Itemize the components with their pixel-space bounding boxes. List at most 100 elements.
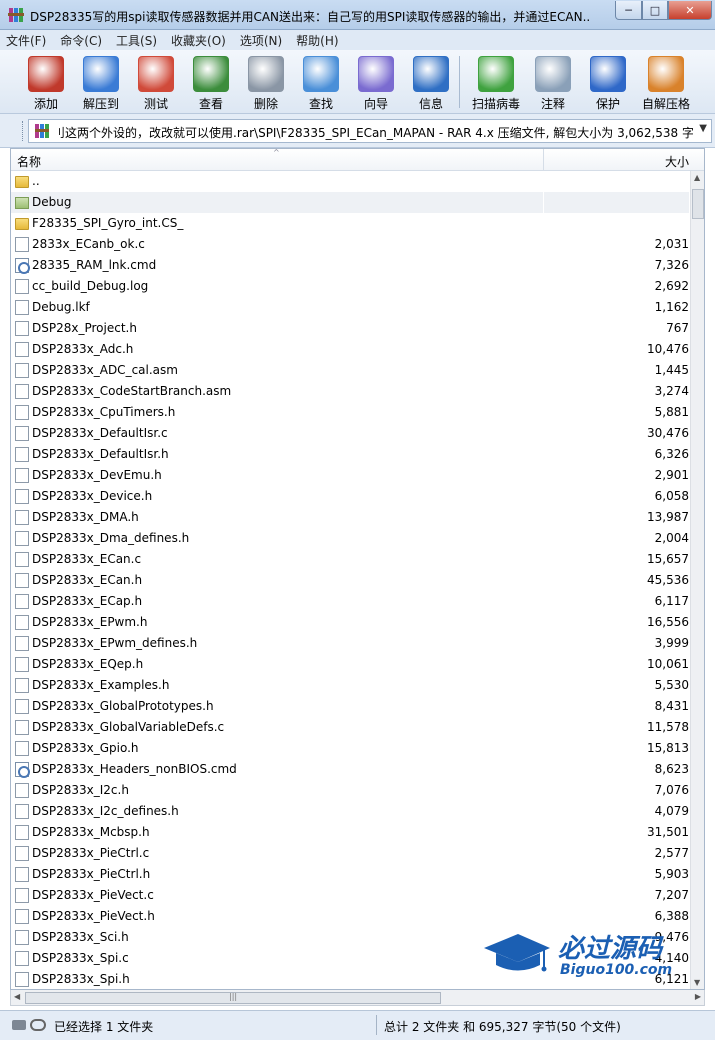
toolbar-button-comment[interactable]: 注释 [525, 54, 581, 112]
scroll-right-arrow-icon[interactable]: ▶ [695, 992, 701, 1001]
table-row[interactable]: DSP2833x_EPwm.h 16,556 [11, 612, 704, 633]
name-cell: DSP2833x_CpuTimers.h [11, 402, 543, 423]
minimize-button[interactable]: ─ [615, 1, 642, 20]
table-row[interactable]: DSP2833x_Device.h 6,058 [11, 486, 704, 507]
table-row[interactable]: DSP2833x_CpuTimers.h 5,881 [11, 402, 704, 423]
file-name: Debug.lkf [32, 300, 90, 314]
menu-tools[interactable]: 工具(S) [116, 32, 157, 49]
name-cell: Debug.lkf [11, 297, 543, 318]
file-size: 5,530 [654, 678, 689, 692]
table-row[interactable]: DSP2833x_DevEmu.h 2,901 [11, 465, 704, 486]
vertical-scroll-thumb[interactable] [692, 189, 704, 219]
toolbar-button-wizard[interactable]: 向导 [348, 54, 404, 112]
column-divider[interactable] [543, 149, 544, 171]
menu-command[interactable]: 命令(C) [60, 32, 102, 49]
table-row[interactable]: DSP2833x_PieVect.h 6,388 [11, 906, 704, 927]
file-name: DSP2833x_Sci.h [32, 930, 129, 944]
comment-icon [535, 56, 571, 92]
table-row[interactable]: DSP2833x_PieVect.c 7,207 [11, 885, 704, 906]
file-name: F28335_SPI_Gyro_int.CS_ [32, 216, 184, 230]
vertical-scrollbar[interactable]: ▲ ▼ [690, 171, 704, 989]
list-header: 名称 ^ 大小 [11, 149, 704, 171]
graduation-cap-icon [484, 934, 550, 972]
file-icon [15, 909, 29, 924]
toolbar-button-virus-scan[interactable]: 扫描病毒 [468, 54, 524, 112]
file-icon [15, 888, 29, 903]
size-cell: 10,476 [544, 339, 689, 360]
scroll-grip-icon: ||| [229, 992, 238, 1001]
file-size: 8,431 [654, 699, 689, 713]
table-row[interactable]: DSP2833x_Examples.h 5,530 [11, 675, 704, 696]
size-cell: 7,076 [544, 780, 689, 801]
file-icon [15, 426, 29, 441]
toolbar-button-extract-to[interactable]: 解压到 [73, 54, 129, 112]
table-row[interactable]: Debug [11, 192, 704, 213]
extract-to-icon [83, 56, 119, 92]
sort-ascending-icon: ^ [273, 148, 280, 157]
toolbar: 添加 解压到 测试 查看 删除 查找 向导 信息 扫描病毒 注释 保护 自解压格 [0, 50, 715, 114]
table-row[interactable]: DSP2833x_Gpio.h 15,813 [11, 738, 704, 759]
table-row[interactable]: DSP2833x_EPwm_defines.h 3,999 [11, 633, 704, 654]
table-row[interactable]: DSP2833x_DefaultIsr.c 30,476 [11, 423, 704, 444]
table-row[interactable]: DSP2833x_ADC_cal.asm 1,445 [11, 360, 704, 381]
table-row[interactable]: DSP2833x_DMA.h 13,987 [11, 507, 704, 528]
toolbar-button-view[interactable]: 查看 [183, 54, 239, 112]
menu-file[interactable]: 文件(F) [6, 32, 46, 49]
maximize-button[interactable]: □ [642, 1, 668, 20]
file-size: 2,031 [654, 237, 689, 251]
table-row[interactable]: DSP2833x_ECap.h 6,117 [11, 591, 704, 612]
table-row[interactable]: Debug.lkf 1,162 [11, 297, 704, 318]
toolbar-button-find[interactable]: 查找 [293, 54, 349, 112]
table-row[interactable]: DSP2833x_ECan.h 45,536 [11, 570, 704, 591]
table-row[interactable]: DSP2833x_I2c.h 7,076 [11, 780, 704, 801]
table-row[interactable]: DSP28x_Project.h 767 [11, 318, 704, 339]
status-selection: 已经选择 1 文件夹 [54, 1020, 154, 1034]
table-row[interactable]: DSP2833x_Mcbsp.h 31,501 [11, 822, 704, 843]
table-row[interactable]: DSP2833x_PieCtrl.h 5,903 [11, 864, 704, 885]
toolbar-button-sfx[interactable]: 自解压格 [638, 54, 694, 112]
table-row[interactable]: DSP2833x_I2c_defines.h 4,079 [11, 801, 704, 822]
table-row[interactable]: DSP2833x_Dma_defines.h 2,004 [11, 528, 704, 549]
table-row[interactable]: cc_build_Debug.log 2,692 [11, 276, 704, 297]
table-row[interactable]: DSP2833x_EQep.h 10,061 [11, 654, 704, 675]
table-row[interactable]: 28335_RAM_lnk.cmd 7,326 [11, 255, 704, 276]
column-header-name[interactable]: 名称 [17, 153, 41, 170]
size-cell: 16,556 [544, 612, 689, 633]
column-header-size[interactable]: 大小 [665, 153, 689, 170]
table-row[interactable]: DSP2833x_DefaultIsr.h 6,326 [11, 444, 704, 465]
table-row[interactable]: DSP2833x_ECan.c 15,657 [11, 549, 704, 570]
table-row[interactable]: .. [11, 171, 704, 192]
table-row[interactable]: 2833x_ECanb_ok.c 2,031 [11, 234, 704, 255]
toolbar-button-protect[interactable]: 保护 [580, 54, 636, 112]
close-button[interactable]: ✕ [668, 1, 712, 20]
name-cell: 2833x_ECanb_ok.c [11, 234, 543, 255]
table-row[interactable]: F28335_SPI_Gyro_int.CS_ [11, 213, 704, 234]
toolbar-button-delete[interactable]: 删除 [238, 54, 294, 112]
file-icon [15, 951, 29, 966]
menu-options[interactable]: 选项(N) [240, 32, 282, 49]
file-name: DSP2833x_PieVect.h [32, 909, 155, 923]
file-icon [15, 531, 29, 546]
table-row[interactable]: DSP2833x_Headers_nonBIOS.cmd 8,623 [11, 759, 704, 780]
toolbar-button-label: 测试 [143, 97, 168, 111]
table-row[interactable]: DSP2833x_GlobalPrototypes.h 8,431 [11, 696, 704, 717]
table-row[interactable]: DSP2833x_PieCtrl.c 2,577 [11, 843, 704, 864]
table-row[interactable]: DSP2833x_Adc.h 10,476 [11, 339, 704, 360]
scroll-up-arrow-icon[interactable]: ▲ [694, 173, 700, 182]
menu-favorites[interactable]: 收藏夹(O) [171, 32, 226, 49]
table-row[interactable]: DSP2833x_GlobalVariableDefs.c 11,578 [11, 717, 704, 738]
table-row[interactable]: DSP2833x_CodeStartBranch.asm 3,274 [11, 381, 704, 402]
toolbar-button-add[interactable]: 添加 [18, 54, 74, 112]
rar-archive-icon [35, 124, 49, 138]
status-divider [376, 1015, 377, 1035]
menu-help[interactable]: 帮助(H) [296, 32, 338, 49]
toolbar-button-test[interactable]: 测试 [128, 54, 184, 112]
horizontal-scrollbar[interactable]: ◀ ||| ▶ [10, 990, 705, 1006]
size-cell: 2,577 [544, 843, 689, 864]
scroll-left-arrow-icon[interactable]: ◀ [14, 992, 20, 1001]
address-field[interactable]: 刂这两个外设的，改改就可以使用.rar\SPI\F28335_SPI_ECan_… [28, 119, 712, 143]
file-icon [15, 825, 29, 840]
file-icon [15, 405, 29, 420]
address-dropdown-icon[interactable]: ▼ [699, 123, 707, 134]
toolbar-button-info[interactable]: 信息 [403, 54, 459, 112]
